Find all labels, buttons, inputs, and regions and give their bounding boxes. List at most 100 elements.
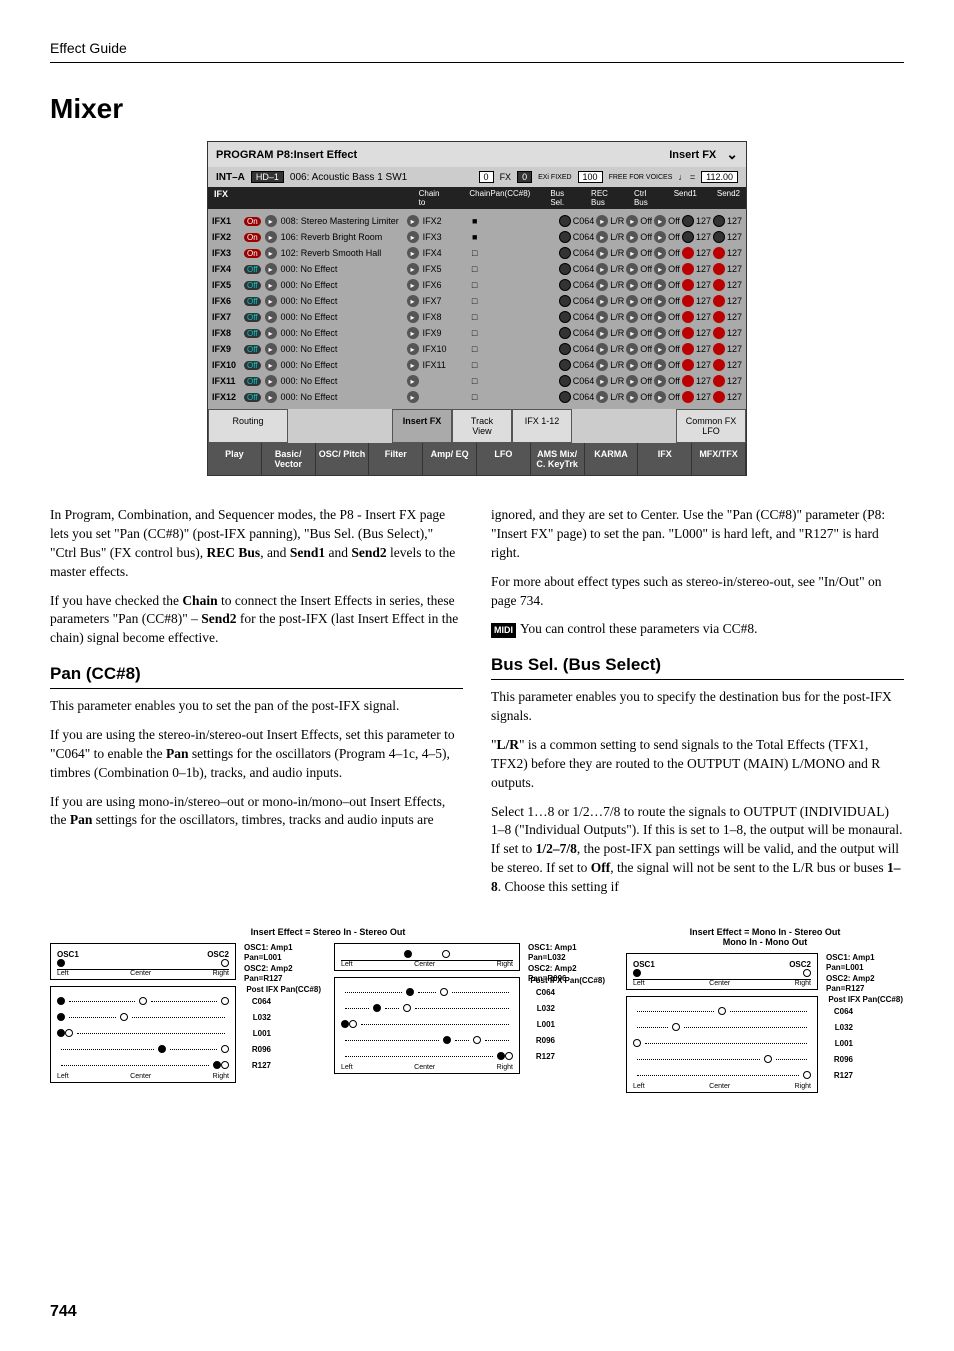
bus-value[interactable]: L/R [610,360,624,370]
select-icon[interactable]: ▸ [265,375,277,387]
send1-value[interactable]: 127 [696,232,711,242]
pan-knob[interactable] [559,359,571,371]
chainto-value[interactable]: IFX5 [423,264,457,274]
chainto-value[interactable]: IFX8 [423,312,457,322]
select-icon[interactable]: ▸ [265,327,277,339]
send2-value[interactable]: 127 [727,392,742,402]
pan-value[interactable]: C064 [573,376,595,386]
chainto-icon[interactable]: ▸ [407,391,419,403]
bus-icon[interactable]: ▸ [596,375,608,387]
btab-ams[interactable]: AMS Mix/ C. KeyTrk [531,443,585,475]
pan-knob[interactable] [559,311,571,323]
send1-knob[interactable] [682,215,694,227]
bus-value[interactable]: L/R [610,344,624,354]
rec-icon[interactable]: ▸ [626,295,638,307]
effect-name[interactable]: 000: No Effect [281,392,403,402]
chainto-value[interactable]: IFX7 [423,296,457,306]
send1-knob[interactable] [682,231,694,243]
pan-value[interactable]: C064 [573,344,595,354]
select-icon[interactable]: ▸ [265,231,277,243]
bus-icon[interactable]: ▸ [596,247,608,259]
pan-knob[interactable] [559,279,571,291]
bus-icon[interactable]: ▸ [596,359,608,371]
on-off-toggle[interactable]: Off [244,281,261,290]
chainto-icon[interactable]: ▸ [407,311,419,323]
tab-ifx-1-12[interactable]: IFX 1-12 [512,409,572,443]
pan-value[interactable]: C064 [573,232,595,242]
ctrl-value[interactable]: Off [668,232,680,242]
on-off-toggle[interactable]: Off [244,265,261,274]
pan-value[interactable]: C064 [573,280,595,290]
rec-value[interactable]: Off [640,376,652,386]
effect-name[interactable]: 008: Stereo Mastering Limiter [281,216,403,226]
send1-value[interactable]: 127 [696,216,711,226]
select-icon[interactable]: ▸ [265,359,277,371]
chain-checkbox[interactable]: □ [461,296,489,306]
chainto-value[interactable]: IFX9 [423,328,457,338]
effect-name[interactable]: 000: No Effect [281,296,403,306]
ctrl-value[interactable]: Off [668,328,680,338]
ctrl-icon[interactable]: ▸ [654,327,666,339]
rec-icon[interactable]: ▸ [626,375,638,387]
ctrl-value[interactable]: Off [668,280,680,290]
send2-knob[interactable] [713,231,725,243]
send1-value[interactable]: 127 [696,248,711,258]
btab-filter[interactable]: Filter [369,443,423,475]
ctrl-icon[interactable]: ▸ [654,247,666,259]
chain-checkbox[interactable]: □ [461,344,489,354]
ctrl-value[interactable]: Off [668,376,680,386]
pan-value[interactable]: C064 [573,264,595,274]
chain-checkbox[interactable]: □ [461,328,489,338]
ss-tab-title[interactable]: Insert FX [669,149,716,161]
send1-value[interactable]: 127 [696,344,711,354]
rec-value[interactable]: Off [640,296,652,306]
tab-insert-fx[interactable]: Insert FX [392,409,452,443]
ctrl-value[interactable]: Off [668,312,680,322]
bus-icon[interactable]: ▸ [596,295,608,307]
ctrl-icon[interactable]: ▸ [654,359,666,371]
ctrl-value[interactable]: Off [668,344,680,354]
ctrl-value[interactable]: Off [668,360,680,370]
bus-icon[interactable]: ▸ [596,343,608,355]
send2-value[interactable]: 127 [727,248,742,258]
bus-value[interactable]: L/R [610,296,624,306]
send1-value[interactable]: 127 [696,312,711,322]
btab-mfx[interactable]: MFX/TFX [692,443,746,475]
rec-icon[interactable]: ▸ [626,279,638,291]
chainto-value[interactable]: IFX4 [423,248,457,258]
ctrl-value[interactable]: Off [668,392,680,402]
rec-icon[interactable]: ▸ [626,247,638,259]
bus-value[interactable]: L/R [610,232,624,242]
pan-value[interactable]: C064 [573,360,595,370]
effect-name[interactable]: 102: Reverb Smooth Hall [281,248,403,258]
btab-basic[interactable]: Basic/ Vector [262,443,316,475]
rec-icon[interactable]: ▸ [626,263,638,275]
bus-icon[interactable]: ▸ [596,231,608,243]
btab-ifx[interactable]: IFX [638,443,692,475]
send1-knob[interactable] [682,327,694,339]
send2-knob[interactable] [713,279,725,291]
tab-track-view[interactable]: Track View [452,409,512,443]
send2-knob[interactable] [713,215,725,227]
pan-value[interactable]: C064 [573,328,595,338]
rec-icon[interactable]: ▸ [626,327,638,339]
send2-value[interactable]: 127 [727,296,742,306]
chainto-icon[interactable]: ▸ [407,247,419,259]
bus-icon[interactable]: ▸ [596,327,608,339]
send2-value[interactable]: 127 [727,216,742,226]
bus-icon[interactable]: ▸ [596,391,608,403]
effect-name[interactable]: 000: No Effect [281,344,403,354]
bus-icon[interactable]: ▸ [596,263,608,275]
rec-icon[interactable]: ▸ [626,231,638,243]
send1-value[interactable]: 127 [696,376,711,386]
on-off-toggle[interactable]: On [244,217,261,226]
ctrl-icon[interactable]: ▸ [654,279,666,291]
ctrl-icon[interactable]: ▸ [654,231,666,243]
ctrl-icon[interactable]: ▸ [654,263,666,275]
send2-value[interactable]: 127 [727,232,742,242]
effect-name[interactable]: 000: No Effect [281,328,403,338]
chainto-icon[interactable]: ▸ [407,375,419,387]
chainto-value[interactable]: IFX2 [423,216,457,226]
select-icon[interactable]: ▸ [265,311,277,323]
chainto-icon[interactable]: ▸ [407,231,419,243]
